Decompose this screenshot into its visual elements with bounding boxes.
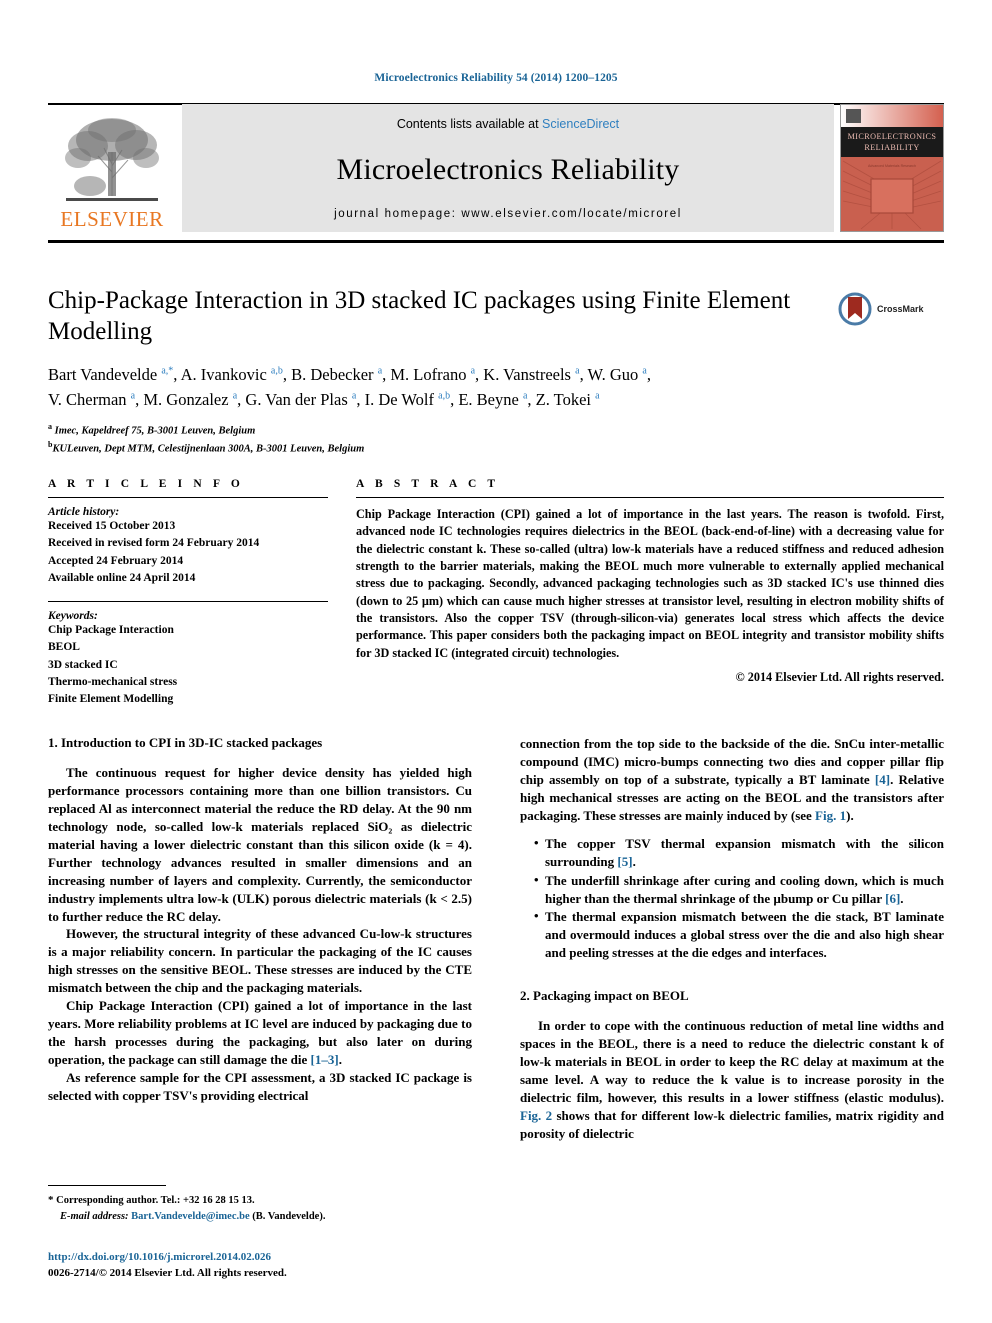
svg-text:MICROELECTRONICS: MICROELECTRONICS [848, 132, 937, 141]
journal-cover-thumbnail: MICROELECTRONICS RELIABILITY Advanced Ma… [840, 104, 944, 232]
journal-masthead: ELSEVIER Contents lists available at Sci… [48, 104, 944, 232]
journal-cover-art: MICROELECTRONICS RELIABILITY Advanced Ma… [841, 105, 943, 231]
keyword-item: Thermo-mechanical stress [48, 675, 178, 688]
journal-title: Microelectronics Reliability [336, 152, 680, 186]
elsevier-tree-icon [65, 118, 159, 201]
article-history-list: Received 15 October 2013 Received in rev… [48, 518, 328, 587]
affiliation-a-text: Imec, Kapeldreef 75, B-3001 Leuven, Belg… [54, 425, 256, 436]
article-info-column: A R T I C L E I N F O Article history: R… [48, 478, 328, 708]
author-list: Bart Vandevelde a,*, A. Ivankovic a,b, B… [48, 363, 848, 413]
rp1-text-c: ). [846, 807, 854, 823]
keywords-title: Keywords: [48, 610, 98, 622]
s1p3-text-a: Chip Package Interaction (CPI) gained a … [48, 998, 472, 1067]
abstract-rule [356, 497, 944, 498]
article-history-title: Article history: [48, 506, 120, 518]
bullet-0-text-end: . [632, 853, 636, 869]
svg-text:RELIABILITY: RELIABILITY [864, 143, 919, 152]
body-column-left: 1. Introduction to CPI in 3D-IC stacked … [48, 735, 472, 1143]
footnote-corresponding-line: * Corresponding author. Tel.: +32 16 28 … [48, 1192, 472, 1209]
abstract-copyright: © 2014 Elsevier Ltd. All rights reserved… [735, 669, 944, 684]
email-label: E-mail address: [60, 1210, 129, 1222]
keyword-item: Finite Element Modelling [48, 693, 174, 705]
crossmark-icon [838, 292, 872, 326]
crossmark-label: CrossMark [877, 304, 924, 314]
body-column-right: connection from the top side to the back… [520, 735, 944, 1143]
s2p1-text-a: In order to cope with the continuous red… [520, 1018, 944, 1105]
masthead-center: Contents lists available at ScienceDirec… [182, 104, 834, 232]
contents-prefix: Contents lists available at [396, 117, 543, 131]
history-item: Available online 24 April 2014 [48, 571, 196, 584]
masthead-bottom-rule [48, 240, 944, 243]
citation-1-3[interactable]: [1–3] [311, 1052, 339, 1067]
footer-doi-block: http://dx.doi.org/10.1016/j.microrel.201… [48, 1250, 508, 1282]
keywords-list: Chip Package Interaction BEOL 3D stacked… [48, 622, 328, 708]
crossmark-badge[interactable]: CrossMark [838, 288, 942, 330]
body-area: 1. Introduction to CPI in 3D-IC stacked … [48, 735, 944, 1143]
section-2-paragraph-1: In order to cope with the continuous red… [520, 1017, 944, 1143]
keywords-rule [48, 601, 328, 602]
svg-text:Advanced Materials Research: Advanced Materials Research [868, 164, 916, 168]
keyword-item: BEOL [48, 641, 80, 654]
bullet-0-text: The copper TSV thermal expansion mismatc… [545, 835, 944, 869]
author-line-2: V. Cherman a, M. Gonzalez a, G. Van der … [48, 389, 600, 409]
footnote-email-line: E-mail address: Bart.Vandevelde@imec.be … [48, 1209, 472, 1225]
citation-5[interactable]: [5] [617, 854, 632, 869]
title-block: Chip-Package Interaction in 3D stacked I… [48, 286, 944, 457]
article-info-heading: A R T I C L E I N F O [48, 478, 244, 490]
figure-2-link[interactable]: Fig. 2 [520, 1108, 552, 1123]
footnote-rule [48, 1185, 166, 1186]
list-item: The thermal expansion mismatch between t… [534, 907, 944, 962]
bullet-1-text-end: . [900, 890, 904, 906]
email-suffix: (B. Vandevelde). [249, 1210, 326, 1222]
page-title: Chip-Package Interaction in 3D stacked I… [48, 287, 791, 345]
bullet-2-text: The thermal expansion mismatch between t… [545, 909, 944, 961]
footnote-corresponding-text: Corresponding author. Tel.: +32 16 28 15… [53, 1195, 255, 1206]
email-link[interactable]: Bart.Vandevelde@imec.be [131, 1211, 249, 1222]
section-1-paragraph-3: Chip Package Interaction (CPI) gained a … [48, 997, 472, 1069]
right-paragraph-1: connection from the top side to the back… [520, 735, 944, 825]
journal-homepage[interactable]: journal homepage: www.elsevier.com/locat… [334, 208, 682, 220]
citation-6[interactable]: [6] [885, 891, 900, 906]
list-item: The copper TSV thermal expansion mismatc… [534, 834, 944, 871]
stress-source-list: The copper TSV thermal expansion mismatc… [520, 834, 944, 963]
contents-available-line: Contents lists available at ScienceDirec… [397, 117, 619, 131]
section-1-heading: 1. Introduction to CPI in 3D-IC stacked … [48, 735, 323, 750]
keywords-block: Keywords: Chip Package Interaction BEOL … [48, 610, 328, 708]
abstract-text: Chip Package Interaction (CPI) gained a … [356, 507, 944, 660]
history-item: Accepted 24 February 2014 [48, 554, 184, 567]
list-item: The underfill shrinkage after curing and… [534, 871, 944, 908]
issn-copyright: 0026-2714/© 2014 Elsevier Ltd. All right… [48, 1266, 287, 1279]
corresponding-author-footnote: * Corresponding author. Tel.: +32 16 28 … [48, 1185, 472, 1225]
info-abstract-area: A R T I C L E I N F O Article history: R… [48, 478, 944, 708]
article-info-rule [48, 497, 328, 498]
abstract-heading: A B S T R A C T [356, 478, 500, 490]
abstract-column: A B S T R A C T Chip Package Interaction… [356, 478, 944, 708]
affiliation-b-text: KULeuven, Dept MTM, Celestijnenlaan 300A… [52, 443, 365, 455]
running-head: Microelectronics Reliability 54 (2014) 1… [374, 72, 618, 84]
s2p1-text-b: shows that for different low-k dielectri… [520, 1107, 944, 1141]
affiliation-b: bKULeuven, Dept MTM, Celestijnenlaan 300… [48, 439, 944, 457]
section-1-paragraph-1: The continuous request for higher device… [48, 765, 472, 924]
history-item: Received 15 October 2013 [48, 520, 176, 532]
section-1-paragraph-4: As reference sample for the CPI assessme… [48, 1069, 472, 1103]
section-1-paragraph-2: However, the structural integrity of the… [48, 926, 472, 996]
elsevier-wordmark: ELSEVIER [60, 207, 164, 231]
figure-1-link[interactable]: Fig. 1 [815, 808, 846, 823]
sciencedirect-link[interactable]: ScienceDirect [542, 117, 619, 131]
history-item: Received in revised form 24 February 201… [48, 537, 260, 550]
paper-page: Microelectronics Reliability 54 (2014) 1… [0, 0, 992, 1323]
citation-4[interactable]: [4] [875, 772, 890, 787]
elsevier-logo: ELSEVIER [48, 104, 176, 232]
keyword-item: Chip Package Interaction [48, 624, 174, 636]
author-line-1: Bart Vandevelde a,*, A. Ivankovic a,b, B… [48, 365, 651, 384]
s1p3-text-b: . [338, 1052, 342, 1067]
keyword-item: 3D stacked IC [48, 658, 118, 671]
affiliation-a: a Imec, Kapeldreef 75, B-3001 Leuven, Be… [48, 421, 944, 439]
section-2-heading: 2. Packaging impact on BEOL [520, 988, 689, 1004]
doi-link[interactable]: http://dx.doi.org/10.1016/j.microrel.201… [48, 1250, 508, 1266]
affiliations: a Imec, Kapeldreef 75, B-3001 Leuven, Be… [48, 421, 944, 458]
affiliation-marker-a: a [48, 421, 52, 431]
